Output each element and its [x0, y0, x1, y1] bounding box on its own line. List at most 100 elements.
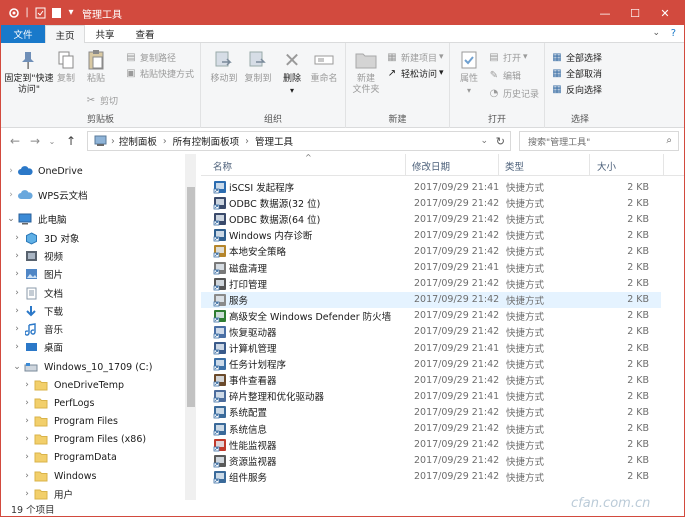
up-button[interactable]: ↑ [63, 133, 79, 149]
nav-item[interactable]: › 桌面 [11, 338, 63, 356]
chevron-right-icon[interactable]: › [21, 398, 33, 408]
pin-quick-access-button[interactable]: 固定到"快速访问" [3, 49, 54, 96]
file-row[interactable]: 打印管理 2017/09/29 21:42 快捷方式 2 KB [201, 276, 661, 292]
file-row[interactable]: 系统配置 2017/09/29 21:42 快捷方式 2 KB [201, 404, 661, 420]
chevron-right-icon[interactable]: › [21, 489, 33, 499]
tab-home[interactable]: 主页 [45, 25, 85, 44]
nav-item[interactable]: › PerfLogs [21, 394, 94, 412]
chevron-right-icon[interactable]: › [11, 233, 23, 243]
file-row[interactable]: 碎片整理和优化驱动器 2017/09/29 21:41 快捷方式 2 KB [201, 388, 661, 404]
nav-item[interactable]: › 文档 [11, 284, 63, 302]
file-row[interactable]: 磁盘清理 2017/09/29 21:41 快捷方式 2 KB [201, 260, 661, 276]
column-separator[interactable] [663, 154, 664, 176]
select-none-button[interactable]: ▦ 全部取消 [551, 66, 602, 80]
copy-to-button[interactable]: 复制到 [241, 49, 275, 85]
column-size-header[interactable]: 大小 [597, 159, 616, 173]
tab-share[interactable]: 共享 [87, 25, 123, 43]
refresh-icon[interactable]: ↻ [496, 135, 505, 148]
chevron-right-icon[interactable]: › [11, 288, 23, 298]
close-button[interactable]: ✕ [650, 1, 680, 25]
nav-item[interactable]: › Program Files [21, 412, 118, 430]
quick-access-dropdown-icon[interactable]: ▾ [65, 5, 77, 20]
move-to-button[interactable]: 移动到 [207, 49, 241, 85]
file-row[interactable]: ODBC 数据源(32 位) 2017/09/29 21:42 快捷方式 2 KB [201, 195, 661, 211]
nav-item[interactable]: › 视频 [11, 247, 63, 265]
column-date-header[interactable]: 修改日期 [412, 159, 450, 173]
tab-view[interactable]: 查看 [127, 25, 163, 43]
expanded-chevron-icon[interactable]: ⌄ [5, 214, 17, 224]
expanded-chevron-icon[interactable]: ⌄ [11, 362, 23, 372]
properties-button[interactable]: 属性 ▾ [454, 49, 484, 96]
file-row[interactable]: 计算机管理 2017/09/29 21:41 快捷方式 2 KB [201, 340, 661, 356]
nav-item[interactable]: › 下载 [11, 302, 63, 320]
column-separator[interactable] [405, 154, 406, 176]
file-row[interactable]: 服务 2017/09/29 21:42 快捷方式 2 KB [201, 291, 661, 308]
chevron-right-icon[interactable]: › [21, 452, 33, 462]
edit-button[interactable]: ✎ 编辑 [488, 68, 521, 82]
delete-dropdown-icon[interactable]: ▾ [279, 85, 305, 96]
tab-file[interactable]: 文件 [1, 25, 45, 43]
properties-quick-icon[interactable] [33, 5, 47, 20]
address-path[interactable]: › 控制面板 › 所有控制面板项 › 管理工具 ⌄ ↻ [87, 131, 511, 151]
nav-item[interactable]: › ProgramData [21, 448, 117, 466]
chevron-right-icon[interactable]: › [5, 166, 17, 176]
cut-button[interactable]: ✂ 剪切 [85, 93, 118, 107]
search-icon[interactable]: ⌕ [666, 135, 672, 146]
chevron-right-icon[interactable]: › [21, 471, 33, 481]
file-row[interactable]: 性能监视器 2017/09/29 21:42 快捷方式 2 KB [201, 437, 661, 453]
nav-item[interactable]: › WPS云文档 [5, 186, 87, 204]
chevron-right-icon[interactable]: › [21, 434, 33, 444]
chevron-right-icon[interactable]: › [11, 269, 23, 279]
nav-item[interactable]: › 音乐 [11, 320, 63, 338]
nav-item[interactable]: › Program Files (x86) [21, 430, 146, 448]
breadcrumb-control-panel[interactable]: 控制面板 [119, 134, 157, 148]
column-separator[interactable] [498, 154, 499, 176]
nav-item[interactable]: › 3D 对象 [11, 229, 79, 247]
new-folder-quick-icon[interactable] [49, 5, 63, 20]
chevron-right-icon[interactable]: › [11, 324, 23, 334]
new-folder-button[interactable]: 新建 文件夹 [348, 49, 384, 96]
address-dropdown-icon[interactable]: ⌄ [480, 136, 488, 146]
easy-access-button[interactable]: ↗ 轻松访问 ▾ [386, 66, 444, 80]
chevron-right-icon[interactable]: › [5, 190, 17, 200]
file-row[interactable]: 系统信息 2017/09/29 21:42 快捷方式 2 KB [201, 421, 661, 437]
properties-dropdown-icon[interactable]: ▾ [454, 85, 484, 96]
recent-locations-button[interactable]: ⌄ [47, 133, 57, 149]
maximize-button[interactable]: ☐ [620, 1, 650, 25]
file-row[interactable]: 高级安全 Windows Defender 防火墙 2017/09/29 21:4… [201, 308, 661, 324]
chevron-right-icon[interactable]: › [11, 251, 23, 261]
paste-button[interactable]: 粘贴 [81, 49, 111, 85]
column-type-header[interactable]: 类型 [505, 159, 524, 173]
back-button[interactable]: ← [7, 133, 23, 149]
nav-item[interactable]: › OneDrive [5, 162, 82, 180]
file-row[interactable]: 任务计划程序 2017/09/29 21:42 快捷方式 2 KB [201, 356, 661, 372]
file-row[interactable]: 组件服务 2017/09/29 21:42 快捷方式 2 KB [201, 469, 661, 485]
select-all-button[interactable]: ▦ 全部选择 [551, 50, 602, 64]
chevron-right-icon[interactable]: › [11, 306, 23, 316]
nav-item[interactable]: › 图片 [11, 265, 63, 283]
column-name-header[interactable]: 名称 [213, 159, 232, 173]
nav-item[interactable]: ⌄ 此电脑 [5, 210, 67, 228]
breadcrumb-admin-tools[interactable]: 管理工具 [255, 134, 293, 148]
nav-item[interactable]: ⌄ Windows_10_1709 (C:) [11, 358, 152, 376]
nav-item[interactable]: › 用户 [21, 485, 73, 500]
search-input[interactable]: 搜索"管理工具" ⌕ [519, 131, 679, 151]
chevron-right-icon[interactable]: › [21, 416, 33, 426]
file-row[interactable]: 本地安全策略 2017/09/29 21:42 快捷方式 2 KB [201, 243, 661, 259]
nav-item[interactable]: › OneDriveTemp [21, 376, 124, 394]
minimize-button[interactable]: — [590, 1, 620, 25]
file-row[interactable]: 恢复驱动器 2017/09/29 21:42 快捷方式 2 KB [201, 324, 661, 340]
file-row[interactable]: iSCSI 发起程序 2017/09/29 21:41 快捷方式 2 KB [201, 179, 661, 195]
file-row[interactable]: ODBC 数据源(64 位) 2017/09/29 21:42 快捷方式 2 KB [201, 211, 661, 227]
delete-button[interactable]: ✕ 删除 ▾ [279, 49, 305, 96]
history-button[interactable]: ◔ 历史记录 [488, 86, 539, 100]
breadcrumb-all-items[interactable]: 所有控制面板项 [173, 134, 240, 148]
copy-path-button[interactable]: ▤ 复制路径 [125, 50, 176, 64]
file-row[interactable]: 事件查看器 2017/09/29 21:42 快捷方式 2 KB [201, 372, 661, 388]
new-item-button[interactable]: ▦ 新建项目 ▾ [386, 50, 443, 64]
copy-button[interactable]: 复制 [53, 49, 79, 85]
help-icon[interactable]: ? [671, 28, 676, 39]
invert-selection-button[interactable]: ▦ 反向选择 [551, 82, 602, 96]
ribbon-expand-icon[interactable]: ⌄ [652, 28, 660, 38]
nav-scrollbar-thumb[interactable] [187, 187, 195, 407]
